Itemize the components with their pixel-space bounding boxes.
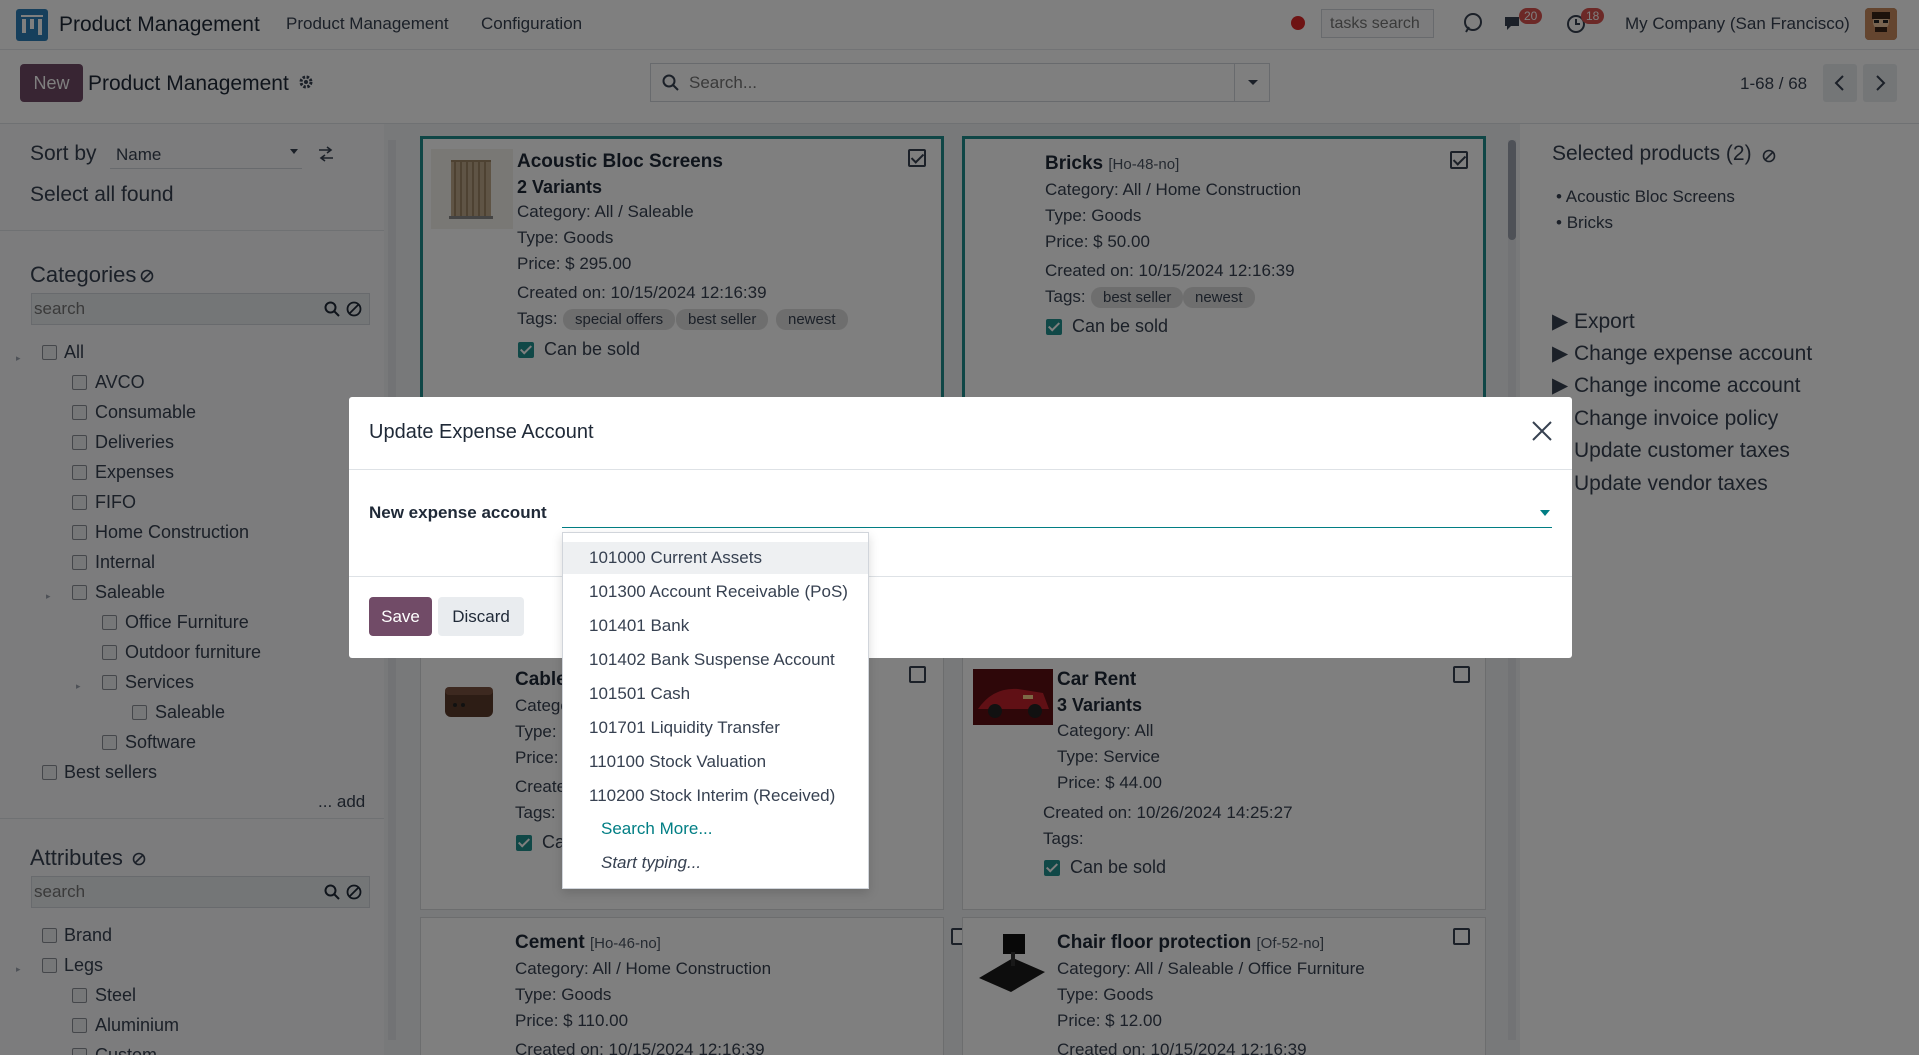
account-option[interactable]: 101701 Liquidity Transfer	[589, 718, 780, 738]
caret-down-icon[interactable]	[1540, 510, 1550, 516]
search-more-link[interactable]: Search More...	[601, 819, 713, 839]
account-option[interactable]: 101501 Cash	[589, 684, 690, 704]
update-expense-account-dialog: Update Expense Account New expense accou…	[349, 397, 1572, 658]
divider	[349, 576, 1572, 577]
account-option[interactable]: 110100 Stock Valuation	[589, 752, 766, 772]
field-label: New expense account	[369, 503, 547, 522]
start-typing-hint: Start typing...	[601, 853, 702, 872]
discard-button[interactable]: Discard	[438, 597, 524, 636]
save-button[interactable]: Save	[369, 597, 432, 636]
account-option[interactable]: 101402 Bank Suspense Account	[589, 650, 835, 670]
close-icon[interactable]	[1531, 420, 1553, 442]
account-option[interactable]: 110200 Stock Interim (Received)	[589, 786, 835, 806]
account-autocomplete-dropdown: 101000 Current Assets 101300 Account Rec…	[562, 532, 869, 889]
dialog-title: Update Expense Account	[369, 421, 594, 443]
account-option[interactable]: 101401 Bank	[589, 616, 689, 636]
expense-account-input[interactable]	[562, 497, 1552, 528]
divider	[349, 469, 1572, 470]
account-option[interactable]: 101300 Account Receivable (PoS)	[589, 582, 848, 602]
account-option[interactable]: 101000 Current Assets	[589, 548, 762, 568]
